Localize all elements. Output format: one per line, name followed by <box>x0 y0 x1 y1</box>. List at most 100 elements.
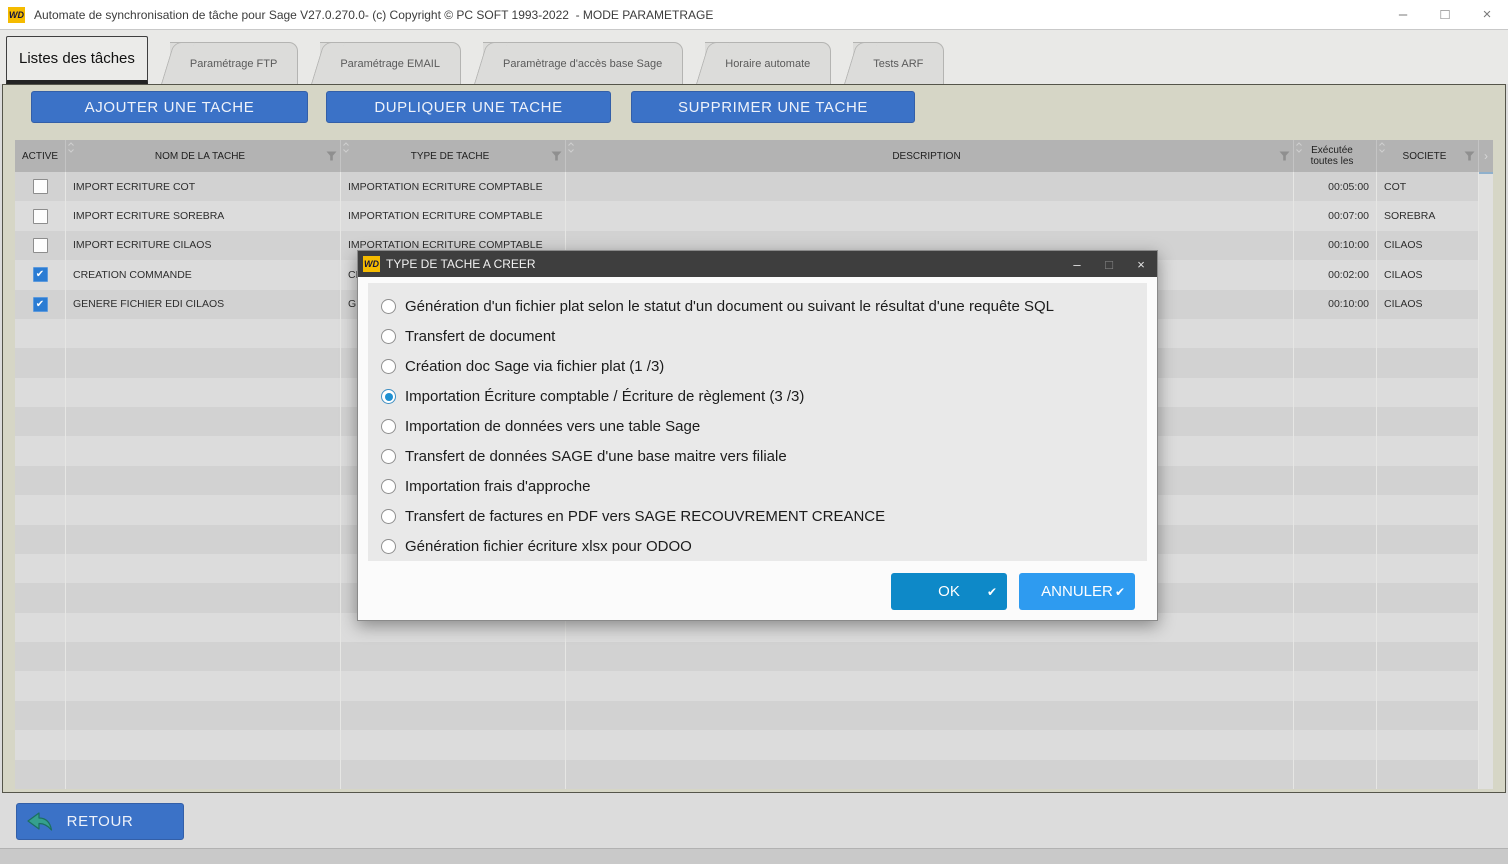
table-row[interactable]: IMPORT ECRITURE SOREBRAIMPORTATION ECRIT… <box>15 201 1479 230</box>
active-checkbox[interactable] <box>33 209 48 224</box>
tab-label: Paramètrage d'accès base Sage <box>503 58 662 70</box>
cell-task-name: IMPORT ECRITURE COT <box>66 172 341 201</box>
table-row[interactable]: IMPORT ECRITURE COTIMPORTATION ECRITURE … <box>15 172 1479 201</box>
column-header-label: TYPE DE TACHE <box>411 151 490 162</box>
cell-company: CILAOS <box>1377 231 1479 260</box>
radio-icon[interactable] <box>381 539 396 554</box>
cell-task-name <box>66 554 341 583</box>
cell-active <box>15 436 66 465</box>
back-button[interactable]: RETOUR <box>16 803 184 840</box>
cell-task-name <box>66 730 341 759</box>
radio-icon[interactable] <box>381 329 396 344</box>
task-type-option[interactable]: Création doc Sage via fichier plat (1 /3… <box>381 352 1143 382</box>
dialog-close-icon[interactable]: × <box>1125 251 1157 277</box>
column-header-label: NOM DE LA TACHE <box>155 151 245 162</box>
radio-icon[interactable] <box>381 449 396 464</box>
task-type-option[interactable]: Génération fichier écriture xlsx pour OD… <box>381 531 1143 561</box>
tab-horaire-automate[interactable]: Horaire automate <box>705 42 831 84</box>
radio-icon[interactable] <box>381 509 396 524</box>
column-header-active[interactable]: ACTIVE <box>15 140 66 172</box>
cell-interval <box>1294 407 1377 436</box>
filter-icon[interactable] <box>1279 151 1290 161</box>
cancel-button[interactable]: ANNULER ✔ <box>1019 573 1135 610</box>
cell-company: COT <box>1377 172 1479 201</box>
task-type-option[interactable]: Importation frais d'approche <box>381 471 1143 501</box>
column-header-description[interactable]: DESCRIPTION <box>566 140 1294 172</box>
dialog-maximize-icon[interactable]: □ <box>1093 251 1125 277</box>
table-row-empty[interactable] <box>15 671 1479 700</box>
column-header-label: ACTIVE <box>22 151 58 162</box>
radio-icon[interactable] <box>381 479 396 494</box>
cell-task-name <box>66 642 341 671</box>
cell-task-name <box>66 701 341 730</box>
radio-icon[interactable] <box>381 299 396 314</box>
cell-description <box>566 172 1294 201</box>
cell-task-name-text: IMPORT ECRITURE CILAOS <box>73 239 211 251</box>
tab-tests-arf[interactable]: Tests ARF <box>853 42 944 84</box>
cell-interval-text: 00:07:00 <box>1328 210 1369 222</box>
cell-active <box>15 495 66 524</box>
task-type-option[interactable]: Importation de données vers une table Sa… <box>381 412 1143 442</box>
column-header-nom-de-la-tache[interactable]: NOM DE LA TACHE <box>66 140 341 172</box>
active-checkbox[interactable] <box>33 179 48 194</box>
cell-active <box>15 378 66 407</box>
cell-interval <box>1294 730 1377 759</box>
ok-button-label: OK <box>938 583 960 600</box>
table-row-empty[interactable] <box>15 730 1479 759</box>
table-scrollbar[interactable] <box>1479 172 1493 789</box>
cell-interval <box>1294 319 1377 348</box>
tab-listes-des-t-ches[interactable]: Listes des tâches <box>6 36 148 84</box>
add-task-button[interactable]: AJOUTER UNE TACHE <box>31 91 308 123</box>
column-header-type-de-tache[interactable]: TYPE DE TACHE <box>341 140 566 172</box>
chevron-right-icon: › <box>1484 149 1488 163</box>
radio-icon[interactable] <box>381 419 396 434</box>
dialog-wd-icon: WD <box>363 256 380 272</box>
close-icon[interactable]: × <box>1466 0 1508 29</box>
task-type-option[interactable]: Génération d'un fichier plat selon le st… <box>381 292 1143 322</box>
column-header-label: SOCIETE <box>1403 151 1447 162</box>
dialog-titlebar[interactable]: WD TYPE DE TACHE A CREER – □ × <box>358 251 1157 277</box>
active-checkbox[interactable] <box>33 238 48 253</box>
table-row-empty[interactable] <box>15 701 1479 730</box>
active-checkbox[interactable]: ✔ <box>33 297 48 312</box>
filter-icon[interactable] <box>1464 151 1475 161</box>
radio-icon[interactable] <box>381 359 396 374</box>
cell-task-name <box>66 671 341 700</box>
delete-task-button[interactable]: SUPPRIMER UNE TACHE <box>631 91 915 123</box>
cell-active <box>15 554 66 583</box>
filter-icon[interactable] <box>326 151 337 161</box>
task-type-options: Génération d'un fichier plat selon le st… <box>368 283 1147 561</box>
minimize-icon[interactable]: – <box>1382 0 1424 29</box>
column-header-ex-cut-e-toutes-les[interactable]: Exécutée toutes les <box>1294 140 1377 172</box>
cell-active <box>15 583 66 612</box>
cell-active: ✔ <box>15 260 66 289</box>
task-type-option[interactable]: Transfert de données SAGE d'une base mai… <box>381 441 1143 471</box>
column-header-societe[interactable]: SOCIETE <box>1377 140 1479 172</box>
tab-param-trage-ftp[interactable]: Paramétrage FTP <box>170 42 298 84</box>
ok-button[interactable]: OK ✔ <box>891 573 1007 610</box>
cell-task-type <box>341 760 566 789</box>
task-type-option[interactable]: Transfert de document <box>381 322 1143 352</box>
dialog-controls: – □ × <box>1061 251 1157 277</box>
task-type-option-label: Transfert de factures en PDF vers SAGE R… <box>405 508 885 525</box>
task-type-option[interactable]: Importation Écriture comptable / Écritur… <box>381 382 1143 412</box>
radio-icon[interactable] <box>381 389 396 404</box>
dialog-minimize-icon[interactable]: – <box>1061 251 1093 277</box>
scroll-right-button[interactable]: › <box>1479 140 1493 172</box>
cell-company <box>1377 554 1479 583</box>
cell-task-name <box>66 348 341 377</box>
active-checkbox[interactable]: ✔ <box>33 267 48 282</box>
duplicate-task-button[interactable]: DUPLIQUER UNE TACHE <box>326 91 611 123</box>
table-row-empty[interactable] <box>15 760 1479 789</box>
tab-param-trage-email[interactable]: Paramétrage EMAIL <box>320 42 461 84</box>
task-type-dialog: WD TYPE DE TACHE A CREER – □ × Génératio… <box>357 250 1158 621</box>
filter-icon[interactable] <box>551 151 562 161</box>
cell-interval: 00:02:00 <box>1294 260 1377 289</box>
table-row-empty[interactable] <box>15 642 1479 671</box>
maximize-icon[interactable]: □ <box>1424 0 1466 29</box>
cell-active <box>15 172 66 201</box>
cell-description <box>566 642 1294 671</box>
cell-active <box>15 760 66 789</box>
tab-param-trage-d-acc-s-base-sage[interactable]: Paramètrage d'accès base Sage <box>483 42 683 84</box>
task-type-option[interactable]: Transfert de factures en PDF vers SAGE R… <box>381 501 1143 531</box>
